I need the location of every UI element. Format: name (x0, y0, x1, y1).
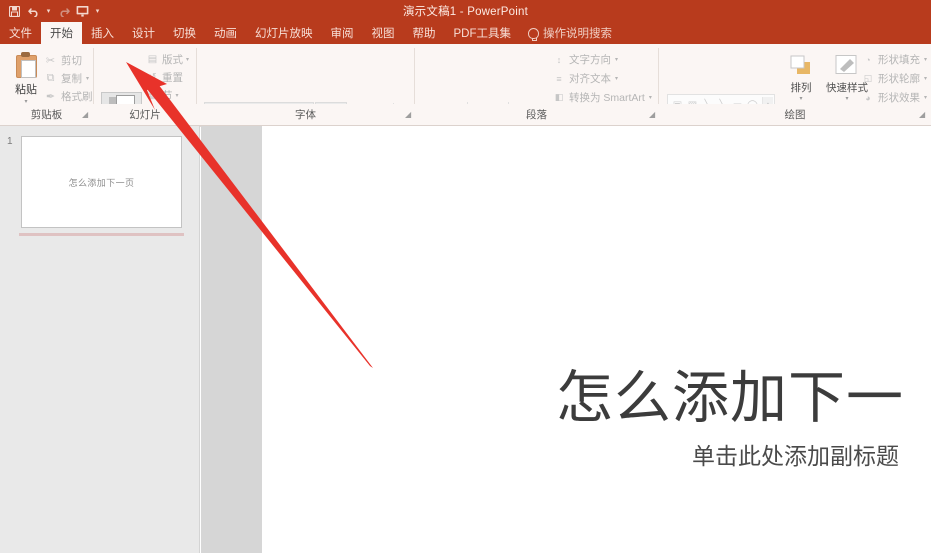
convert-to-smartart-label: 转换为 SmartArt (569, 92, 645, 104)
paste-icon (15, 52, 37, 78)
drawing-dialog-launcher[interactable]: ◢ (919, 110, 925, 119)
copy-label: 复制 (61, 73, 82, 85)
shape-effects-dropdown-icon[interactable]: ▾ (924, 94, 927, 101)
layout-dropdown-icon[interactable]: ▾ (186, 56, 189, 63)
shape-fill-dropdown-icon[interactable]: ▾ (924, 56, 927, 63)
paste-label: 粘贴 (15, 84, 37, 96)
reset-label: 重置 (162, 72, 183, 84)
text-direction-icon: ↕ (556, 54, 562, 65)
tab-slideshow[interactable]: 幻灯片放映 (246, 22, 322, 44)
text-direction-dropdown-icon[interactable]: ▾ (615, 56, 618, 63)
smartart-dropdown-icon[interactable]: ▾ (649, 94, 652, 101)
ribbon-tab-strip: 文件 开始 插入 设计 切换 动画 幻灯片放映 审阅 视图 帮助 PDF工具集 … (0, 22, 931, 44)
group-label-clipboard: 剪贴板 (30, 109, 63, 121)
smartart-icon: ◧ (554, 92, 564, 102)
tell-me-label: 操作说明搜索 (543, 28, 612, 40)
window-title: 演示文稿1 - PowerPoint (402, 6, 529, 18)
group-label-font: 字体 (295, 109, 316, 121)
font-dialog-launcher[interactable]: ◢ (405, 110, 411, 119)
group-label-paragraph: 段落 (526, 109, 547, 121)
tab-insert[interactable]: 插入 (82, 22, 123, 44)
shape-effects-button[interactable]: ◕ 形状效果 ▾ (862, 90, 927, 105)
tell-me-search[interactable]: 操作说明搜索 (520, 22, 620, 44)
slide-canvas[interactable] (262, 126, 931, 553)
text-direction-button[interactable]: ↕ 文字方向 ▾ (553, 52, 618, 67)
align-text-icon: ≡ (556, 73, 562, 84)
shape-effects-label: 形状效果 (878, 92, 920, 104)
quick-styles-icon (834, 52, 860, 78)
shape-outline-dropdown-icon[interactable]: ▾ (924, 75, 927, 82)
format-painter-button[interactable]: ✒ 格式刷 (44, 89, 93, 104)
tab-help[interactable]: 帮助 (404, 22, 445, 44)
layout-icon: ▤ (147, 54, 158, 65)
section-label: 节 (162, 90, 173, 102)
tab-animations[interactable]: 动画 (205, 22, 246, 44)
cut-button[interactable]: ✂ 剪切 (44, 53, 82, 68)
layout-label: 版式 (162, 54, 183, 66)
copy-dropdown-icon[interactable]: ▾ (86, 75, 89, 82)
reset-icon: ↺ (148, 72, 157, 83)
slide-title-text[interactable]: 怎么添加下一 (556, 352, 904, 434)
align-text-dropdown-icon[interactable]: ▾ (615, 75, 618, 82)
arrange-icon (789, 52, 813, 78)
tab-design[interactable]: 设计 (123, 22, 164, 44)
shape-outline-button[interactable]: ◱ 形状轮廓 ▾ (862, 71, 927, 86)
ribbon-group-labels: 剪贴板 ◢ 幻灯片 字体 ◢ 段落 ◢ 绘图 ◢ (0, 104, 931, 126)
shape-effects-icon: ◕ (865, 92, 871, 103)
reset-button[interactable]: ↺ 重置 (146, 70, 183, 85)
slide-number: 1 (7, 136, 13, 147)
scissors-icon: ✂ (45, 55, 56, 67)
tab-view[interactable]: 视图 (363, 22, 404, 44)
slide-thumbnail-1[interactable]: 怎么添加下一页 (21, 136, 182, 228)
title-bar: ▾ ▾ 演示文稿1 - PowerPoint (0, 0, 931, 22)
tab-pdf-tools[interactable]: PDF工具集 (445, 22, 521, 44)
section-button[interactable]: ▦ 节 ▾ (146, 88, 179, 103)
shape-fill-label: 形状填充 (878, 54, 920, 66)
shape-fill-button[interactable]: ◔ 形状填充 ▾ (862, 52, 927, 67)
layout-button[interactable]: ▤ 版式 ▾ (146, 52, 189, 67)
paintbrush-icon: ✒ (45, 91, 56, 103)
copy-icon: ⧉ (46, 72, 55, 84)
lightbulb-icon (528, 27, 539, 41)
powerpoint-window: ▾ ▾ 演示文稿1 - PowerPoint 文件 开始 插入 设计 切换 动画… (0, 0, 931, 553)
section-icon: ▦ (147, 90, 158, 101)
editor-gutter (201, 126, 262, 553)
cut-label: 剪切 (61, 55, 82, 67)
align-text-label: 对齐文本 (569, 73, 611, 85)
arrange-label: 排列 (790, 82, 812, 94)
tab-transitions[interactable]: 切换 (164, 22, 205, 44)
section-dropdown-icon[interactable]: ▾ (176, 92, 179, 99)
group-label-drawing: 绘图 (784, 109, 806, 121)
shape-outline-icon: ◱ (863, 73, 873, 83)
subtitle-placeholder-text[interactable]: 单击此处添加副标题 (692, 437, 899, 471)
convert-to-smartart-button[interactable]: ◧ 转换为 SmartArt ▾ (553, 90, 652, 105)
tab-file[interactable]: 文件 (0, 22, 41, 44)
paragraph-dialog-launcher[interactable]: ◢ (649, 110, 655, 119)
text-direction-label: 文字方向 (569, 54, 611, 66)
group-label-slides: 幻灯片 (129, 109, 161, 121)
tab-home[interactable]: 开始 (41, 22, 82, 44)
slide-thumbnail-title: 怎么添加下一页 (68, 177, 135, 188)
copy-button[interactable]: ⧉ 复制 ▾ (44, 71, 89, 86)
arrange-button[interactable]: 排列 ▾ (779, 52, 823, 102)
clipboard-dialog-launcher[interactable]: ◢ (82, 110, 88, 119)
format-painter-label: 格式刷 (61, 91, 93, 103)
quick-styles-dropdown-icon[interactable]: ▾ (845, 95, 848, 102)
shape-fill-icon: ◔ (865, 54, 871, 65)
slide-selection-indicator (19, 233, 184, 236)
arrange-dropdown-icon[interactable]: ▾ (799, 95, 802, 102)
shape-outline-label: 形状轮廓 (878, 73, 920, 85)
tab-review[interactable]: 审阅 (322, 22, 363, 44)
align-text-button[interactable]: ≡ 对齐文本 ▾ (553, 71, 618, 86)
